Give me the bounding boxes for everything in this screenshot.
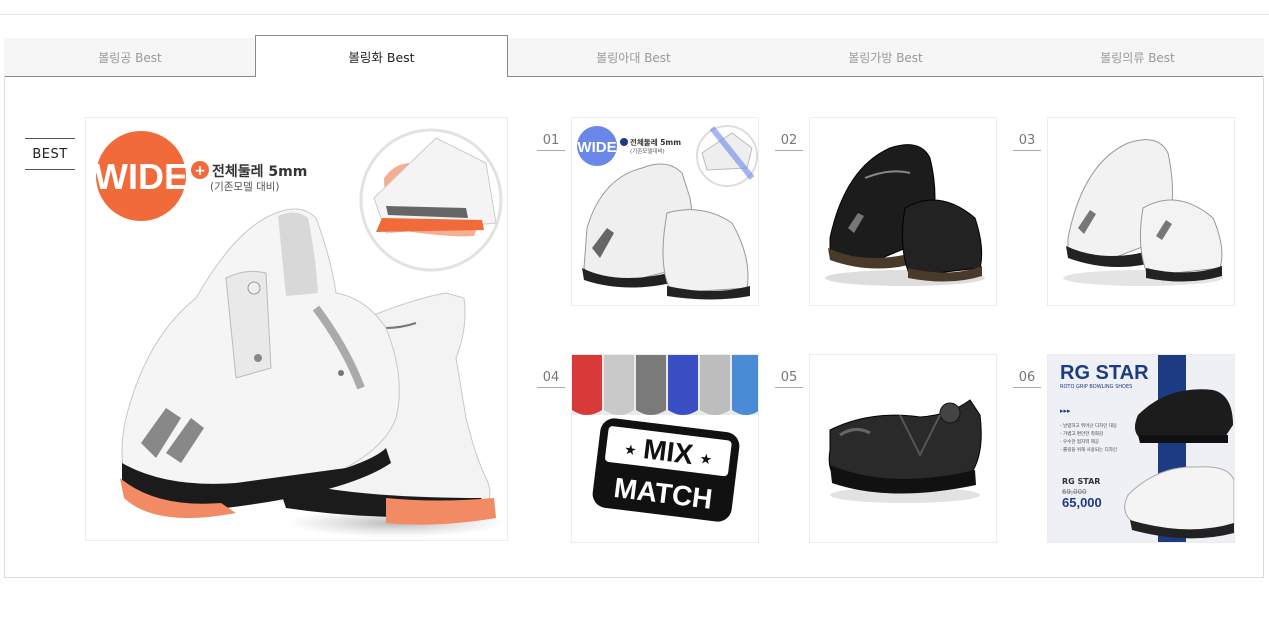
bullet-2: - 가볍고 편안한 착화감 (1060, 430, 1103, 437)
model-name: RG STAR (1062, 477, 1100, 486)
bullet-4: - 롤링을 위해 사용되는 디자인 (1060, 446, 1117, 453)
tab-bowling-bag[interactable]: 볼링가방 Best (759, 38, 1012, 77)
rg-star-subtitle: ROTO GRIP BOWLING SHOES (1060, 384, 1132, 390)
tab-bowling-ball[interactable]: 볼링공 Best (4, 38, 256, 77)
tab-bowling-wrist[interactable]: 볼링아대 Best (507, 38, 760, 77)
feature-headline: 전체둘레 5mm (212, 163, 307, 180)
item-headline: 전체둘레 5mm (630, 137, 681, 147)
featured-product-image[interactable]: WIDE + 전체둘레 5mm (기존모델 대비) (85, 117, 508, 541)
item-number: 01 (537, 133, 565, 151)
svg-text:+: + (194, 163, 206, 179)
top-divider (0, 14, 1269, 15)
product-thumbnail-04[interactable]: MIX ★ ★ MATCH (571, 354, 759, 543)
svg-text:★: ★ (699, 451, 713, 468)
item-number: 02 (775, 133, 803, 151)
mix-text: MIX (642, 433, 696, 470)
item-subline: (기존모델대비) (630, 147, 665, 155)
product-thumbnail-05[interactable] (809, 354, 997, 543)
arrows: ▸▸▸ (1060, 407, 1071, 415)
bullet-1: - 날렵하고 뛰어난 디자인 대응 (1060, 422, 1117, 429)
product-thumbnail-02[interactable] (809, 117, 997, 306)
item-number: 06 (1013, 370, 1041, 388)
item-number: 05 (775, 370, 803, 388)
best-label: BEST (25, 138, 75, 170)
item-number: 03 (1013, 133, 1041, 151)
tab-bowling-shoes[interactable]: 볼링화 Best (255, 35, 508, 77)
item-number: 04 (537, 370, 565, 388)
wide-badge-text: WIDE (94, 156, 188, 197)
rg-star-title: RG STAR (1060, 362, 1149, 384)
svg-text:★: ★ (623, 442, 637, 459)
category-tabs: 볼링공 Best 볼링화 Best 볼링아대 Best 볼링가방 Best 볼링… (4, 35, 1264, 77)
product-thumbnail-01[interactable]: WIDE 전체둘레 5mm (기존모델대비) (571, 117, 759, 306)
wide-badge-text: WIDE (577, 139, 616, 156)
sale-price: 65,000 (1062, 495, 1102, 510)
feature-subline: (기존모델 대비) (210, 181, 280, 193)
bullet-3: - 우수한 접지력 제공 (1060, 438, 1099, 445)
product-thumbnail-03[interactable] (1047, 117, 1235, 306)
product-thumbnail-06[interactable]: RG STAR ROTO GRIP BOWLING SHOES ▸▸▸ - 날렵… (1047, 354, 1235, 543)
tab-bowling-apparel[interactable]: 볼링의류 Best (1011, 38, 1264, 77)
